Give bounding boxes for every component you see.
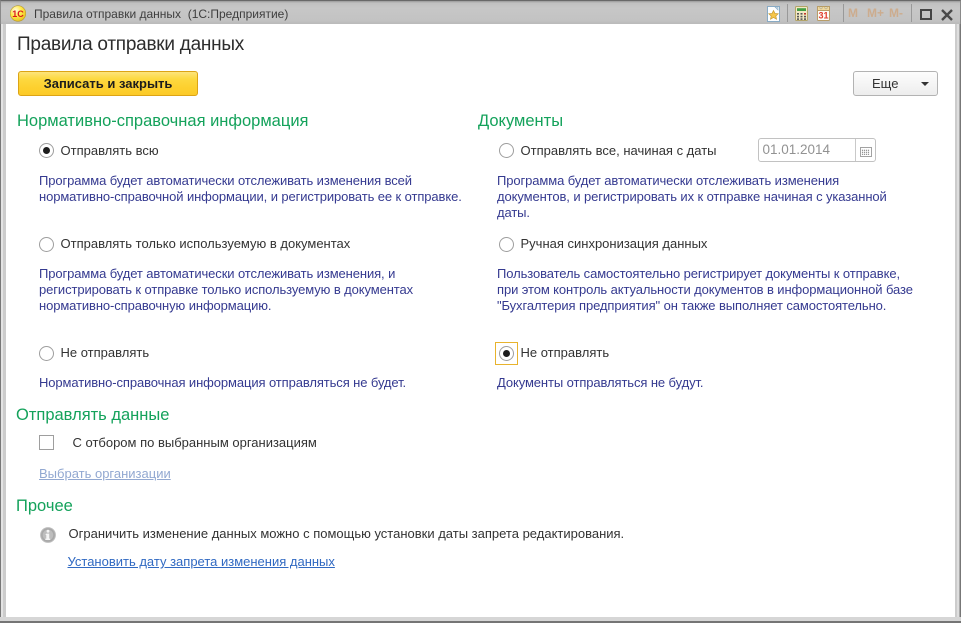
svg-text:1C: 1C [12,9,24,19]
svg-text:31: 31 [818,11,828,21]
